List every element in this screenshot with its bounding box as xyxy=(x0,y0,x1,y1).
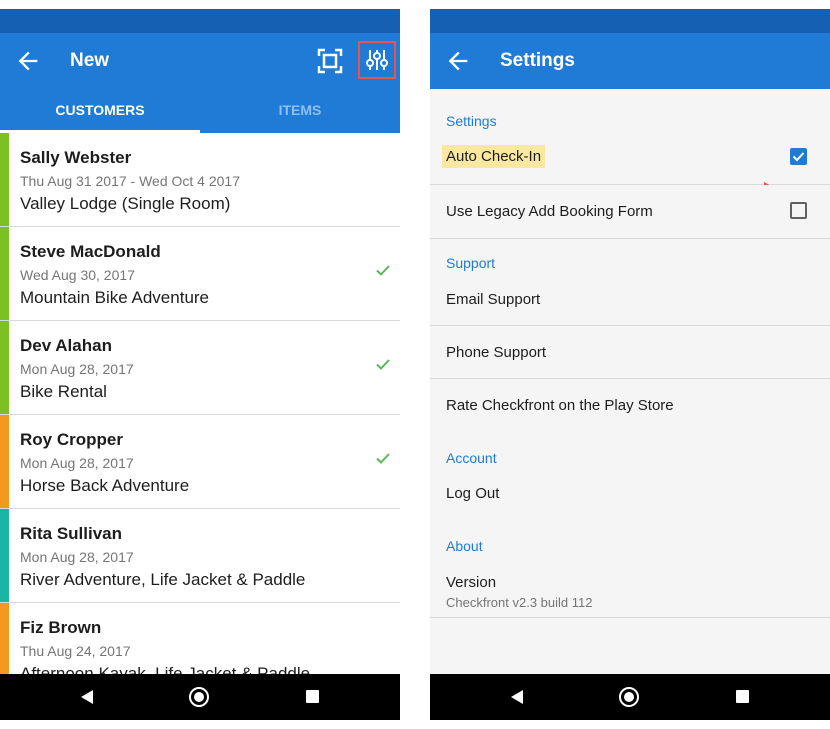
list-item[interactable]: Dev Alahan Mon Aug 28, 2017 Bike Rental xyxy=(0,321,400,415)
customer-name: Dev Alahan xyxy=(20,336,112,355)
booking-item: Horse Back Adventure xyxy=(20,476,190,495)
booking-item: Bike Rental xyxy=(20,382,107,401)
setting-rate[interactable]: Rate Checkfront on the Play Store xyxy=(430,379,830,431)
setting-email-support[interactable]: Email Support xyxy=(430,273,830,326)
nav-home-icon[interactable] xyxy=(189,687,209,707)
section-header-support: Support xyxy=(446,255,496,271)
status-bar xyxy=(0,9,400,33)
setting-legacy-form[interactable]: Use Legacy Add Booking Form xyxy=(430,185,830,239)
nav-back-icon[interactable] xyxy=(510,689,524,705)
check-icon xyxy=(376,265,390,276)
customer-name: Rita Sullivan xyxy=(20,524,123,543)
check-icon xyxy=(376,453,390,464)
status-stripe xyxy=(0,227,9,320)
booking-date: Mon Aug 28, 2017 xyxy=(20,549,134,565)
phone-support-label: Phone Support xyxy=(446,344,547,361)
app-bar: Settings xyxy=(430,33,830,89)
arrow-back-icon[interactable] xyxy=(444,47,472,75)
arrow-back-icon[interactable] xyxy=(14,47,42,75)
customer-name: Fiz Brown xyxy=(20,618,102,637)
section-header-account: Account xyxy=(446,450,497,466)
nav-recent-icon[interactable] xyxy=(306,690,319,703)
booking-item: River Adventure, Life Jacket & Paddle xyxy=(20,570,306,589)
nav-home-icon[interactable] xyxy=(619,687,639,707)
nav-recent-icon[interactable] xyxy=(736,690,749,703)
logout-label: Log Out xyxy=(446,485,500,502)
list-item[interactable]: Rita Sullivan Mon Aug 28, 2017 River Adv… xyxy=(0,509,400,603)
tab-items[interactable]: ITEMS xyxy=(200,89,400,133)
booking-date: Thu Aug 24, 2017 xyxy=(20,643,131,659)
booking-date: Thu Aug 31 2017 - Wed Oct 4 2017 xyxy=(20,173,241,189)
customer-name: Roy Cropper xyxy=(20,430,123,449)
status-bar xyxy=(430,9,830,33)
filter-sliders-icon xyxy=(366,50,388,70)
section-header-about: About xyxy=(446,538,483,554)
list-item[interactable]: Roy Cropper Mon Aug 28, 2017 Horse Back … xyxy=(0,415,400,509)
settings-screen: Settings Settings Auto Check-In Use Lega… xyxy=(430,9,830,720)
customer-name: Sally Webster xyxy=(20,148,132,167)
nav-back-icon[interactable] xyxy=(80,689,94,705)
version-label: Version xyxy=(446,574,497,591)
page-title: New xyxy=(70,50,110,71)
customer-name: Steve MacDonald xyxy=(20,242,161,261)
system-nav-bar xyxy=(0,674,400,720)
customer-list: Sally Webster Thu Aug 31 2017 - Wed Oct … xyxy=(0,133,400,674)
app-bar: New xyxy=(0,33,400,89)
tab-bar: CUSTOMERS ITEMS xyxy=(0,89,400,133)
status-stripe xyxy=(0,415,9,508)
list-item[interactable]: Steve MacDonald Wed Aug 30, 2017 Mountai… xyxy=(0,227,400,321)
booking-item: Afternoon Kayak, Life Jacket & Paddle xyxy=(20,664,311,674)
booking-date: Wed Aug 30, 2017 xyxy=(20,267,135,283)
scan-icon[interactable] xyxy=(316,47,344,75)
booking-date: Mon Aug 28, 2017 xyxy=(20,361,134,377)
email-support-label: Email Support xyxy=(446,291,541,308)
version-value: Checkfront v2.3 build 112 xyxy=(446,595,593,610)
setting-auto-checkin[interactable]: Auto Check-In xyxy=(430,133,830,200)
customers-screen: New CUSTOMERS ITEMS Sally Webster Thu Au… xyxy=(0,9,400,720)
list-item[interactable]: Sally Webster Thu Aug 31 2017 - Wed Oct … xyxy=(0,133,400,227)
booking-item: Mountain Bike Adventure xyxy=(20,288,210,307)
status-stripe xyxy=(0,133,9,226)
booking-item: Valley Lodge (Single Room) xyxy=(20,194,231,213)
setting-version: Version Checkfront v2.3 build 112 xyxy=(430,559,830,618)
booking-date: Mon Aug 28, 2017 xyxy=(20,455,134,471)
check-icon xyxy=(376,359,390,370)
legacy-form-checkbox[interactable] xyxy=(790,202,807,219)
section-header-settings: Settings xyxy=(446,113,497,129)
rate-label: Rate Checkfront on the Play Store xyxy=(446,397,674,414)
status-stripe xyxy=(0,603,9,674)
settings-list: Settings Auto Check-In Use Legacy Add Bo… xyxy=(430,89,830,674)
setting-logout[interactable]: Log Out xyxy=(430,469,830,520)
system-nav-bar xyxy=(430,674,830,720)
status-stripe xyxy=(0,321,9,414)
legacy-form-label: Use Legacy Add Booking Form xyxy=(446,203,653,220)
list-item[interactable]: Fiz Brown Thu Aug 24, 2017 Afternoon Kay… xyxy=(0,603,400,674)
tab-customers[interactable]: CUSTOMERS xyxy=(0,89,200,133)
page-title: Settings xyxy=(500,50,575,71)
filter-button[interactable] xyxy=(358,41,396,79)
auto-checkin-checkbox[interactable] xyxy=(790,148,807,165)
setting-phone-support[interactable]: Phone Support xyxy=(430,326,830,379)
status-stripe xyxy=(0,509,9,602)
auto-checkin-label: Auto Check-In xyxy=(442,145,546,168)
